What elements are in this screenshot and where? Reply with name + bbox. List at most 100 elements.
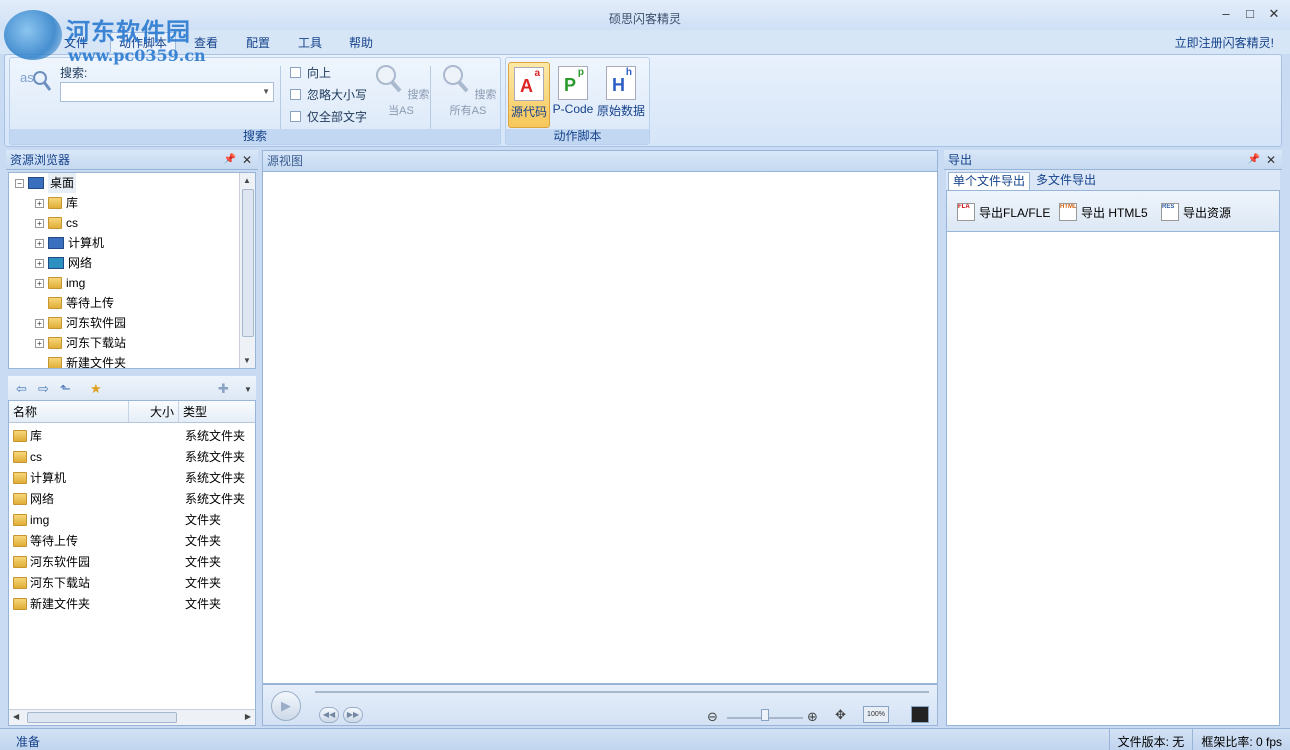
tree-item-pending[interactable]: 等待上传: [48, 293, 114, 313]
maximize-button[interactable]: □: [1244, 6, 1256, 22]
tree-item-network[interactable]: + 网络: [35, 253, 92, 273]
list-item-name: cs: [30, 449, 42, 464]
tree-item-new-folder[interactable]: 新建文件夹: [48, 353, 127, 369]
back-arrow-icon[interactable]: ⇦: [16, 381, 27, 397]
list-item[interactable]: 库 系统文件夹: [9, 425, 249, 446]
tree-item-img[interactable]: + img: [35, 273, 85, 293]
pcode-button[interactable]: Pp P-Code: [552, 62, 594, 128]
export-content-area[interactable]: [946, 232, 1280, 726]
checkbox-icon[interactable]: [290, 67, 301, 78]
title-bar: 硕思闪客精灵 – □ ✕: [0, 0, 1290, 30]
tree-scrollbar[interactable]: ▲ ▼: [239, 173, 255, 368]
column-name[interactable]: 名称: [9, 401, 129, 422]
tree-item-hedong-software[interactable]: + 河东软件园: [35, 313, 126, 333]
file-list-header: 名称 大小 类型: [9, 401, 255, 423]
expand-icon[interactable]: +: [35, 278, 44, 288]
folder-tree[interactable]: − 桌面 + 库 + cs + 计算机 + 网络 + img 等待上传 + 河东…: [8, 172, 256, 369]
chevron-down-icon[interactable]: ▼: [262, 87, 270, 96]
background-color-icon[interactable]: [911, 706, 929, 723]
close-button[interactable]: ✕: [1268, 6, 1280, 22]
checkbox-icon[interactable]: [290, 111, 301, 122]
forward-arrow-icon[interactable]: ⇨: [38, 381, 49, 397]
zoom-100-icon[interactable]: 100%: [863, 706, 889, 723]
minimize-button[interactable]: –: [1220, 6, 1232, 22]
raw-data-button[interactable]: Hh 原始数据: [594, 62, 648, 128]
list-item-type: 系统文件夹: [185, 429, 246, 443]
export-html5-button[interactable]: HTML5 导出 HTML5: [1059, 203, 1148, 221]
export-fla-button[interactable]: FLA 导出FLA/FLE: [957, 203, 1050, 221]
expand-icon[interactable]: +: [35, 238, 44, 248]
tree-item-label: 新建文件夹: [66, 356, 127, 369]
folder-up-icon[interactable]: ⬑: [60, 381, 71, 397]
pan-zoom-icon[interactable]: ✥: [835, 707, 846, 723]
expand-icon[interactable]: +: [35, 318, 44, 328]
column-type[interactable]: 类型: [179, 401, 255, 422]
export-resources-button[interactable]: RES 导出资源: [1161, 203, 1231, 221]
desktop-icon: [28, 177, 44, 189]
tree-item-desktop[interactable]: − 桌面: [15, 173, 77, 193]
fast-forward-icon[interactable]: ▶▶: [343, 707, 363, 723]
add-icon[interactable]: ✚: [218, 381, 229, 397]
scroll-left-icon[interactable]: ◀: [13, 712, 19, 721]
search-input[interactable]: ▼: [60, 82, 274, 102]
list-item[interactable]: 网络 系统文件夹: [9, 488, 249, 509]
list-item[interactable]: 等待上传 文件夹: [9, 530, 249, 551]
zoom-in-icon[interactable]: ⊕: [807, 709, 818, 725]
zoom-slider-thumb[interactable]: [761, 709, 769, 721]
tab-single-file-export[interactable]: 单个文件导出: [948, 172, 1031, 190]
folder-icon: [48, 337, 62, 349]
favorites-star-icon[interactable]: ★: [90, 381, 102, 397]
tree-item-computer[interactable]: + 计算机: [35, 233, 104, 253]
expand-icon[interactable]: +: [35, 198, 44, 208]
list-item[interactable]: 计算机 系统文件夹: [9, 467, 249, 488]
menu-tab-file[interactable]: 文件: [64, 34, 88, 51]
scroll-up-icon[interactable]: ▲: [243, 176, 251, 185]
tab-multi-file-export[interactable]: 多文件导出: [1032, 172, 1100, 190]
list-item-type: 系统文件夹: [185, 492, 246, 506]
register-link[interactable]: 立即注册闪客精灵!: [1175, 34, 1274, 51]
checkbox-ignore-case[interactable]: 忽略大小写: [290, 86, 367, 103]
search-current-as-button[interactable]: 搜索当AS: [372, 62, 430, 124]
close-icon[interactable]: ✕: [242, 150, 252, 170]
menu-tab-config[interactable]: 配置: [246, 34, 270, 51]
collapse-icon[interactable]: −: [15, 178, 24, 188]
source-view-area[interactable]: [262, 172, 938, 684]
expand-icon[interactable]: +: [35, 258, 44, 268]
source-code-button[interactable]: Aa 源代码: [508, 62, 550, 128]
list-hscrollbar[interactable]: ◀ ▶: [9, 709, 255, 725]
list-item[interactable]: img 文件夹: [9, 509, 249, 530]
tree-item-cs[interactable]: + cs: [35, 213, 78, 233]
close-icon[interactable]: ✕: [1266, 150, 1276, 170]
tree-item-hedong-download[interactable]: + 河东下载站: [35, 333, 126, 353]
menu-tab-view[interactable]: 查看: [194, 34, 218, 51]
list-item[interactable]: 新建文件夹 文件夹: [9, 593, 249, 614]
timeline-track[interactable]: [315, 691, 929, 693]
chevron-down-icon[interactable]: ▼: [244, 385, 252, 394]
menu-tab-help[interactable]: 帮助: [349, 34, 373, 51]
scroll-down-icon[interactable]: ▼: [243, 356, 251, 365]
menu-tab-tools[interactable]: 工具: [298, 34, 322, 51]
expand-icon[interactable]: +: [35, 218, 44, 228]
zoom-out-icon[interactable]: ⊖: [707, 709, 718, 725]
list-item[interactable]: cs 系统文件夹: [9, 446, 249, 467]
folder-icon: [13, 471, 27, 484]
expand-icon[interactable]: +: [35, 338, 44, 348]
pin-icon[interactable]: 📌: [224, 150, 236, 170]
file-list[interactable]: 名称 大小 类型 库系统文件夹 cs 系统文件夹 计算机 系统文件夹 网络 系统文件夹…: [8, 400, 256, 726]
tree-item-library[interactable]: + 库: [35, 193, 78, 213]
scroll-thumb[interactable]: [242, 189, 254, 337]
checkbox-whole-word-label: 仅全部文字: [307, 110, 368, 124]
list-item[interactable]: 河东下载站 文件夹: [9, 572, 249, 593]
rewind-icon[interactable]: ◀◀: [319, 707, 339, 723]
checkbox-up[interactable]: 向上: [290, 64, 331, 81]
play-icon[interactable]: ▶: [271, 691, 301, 721]
pin-icon[interactable]: 📌: [1248, 150, 1260, 170]
column-size[interactable]: 大小: [129, 401, 179, 422]
list-item[interactable]: 河东软件园 文件夹: [9, 551, 249, 572]
scroll-thumb[interactable]: [27, 712, 177, 723]
scroll-right-icon[interactable]: ▶: [245, 712, 251, 721]
checkbox-whole-word[interactable]: 仅全部文字: [290, 108, 367, 125]
menu-tab-actionscript[interactable]: 动作脚本: [110, 32, 177, 52]
search-all-as-button[interactable]: 搜索所有AS: [434, 62, 502, 124]
checkbox-icon[interactable]: [290, 89, 301, 100]
